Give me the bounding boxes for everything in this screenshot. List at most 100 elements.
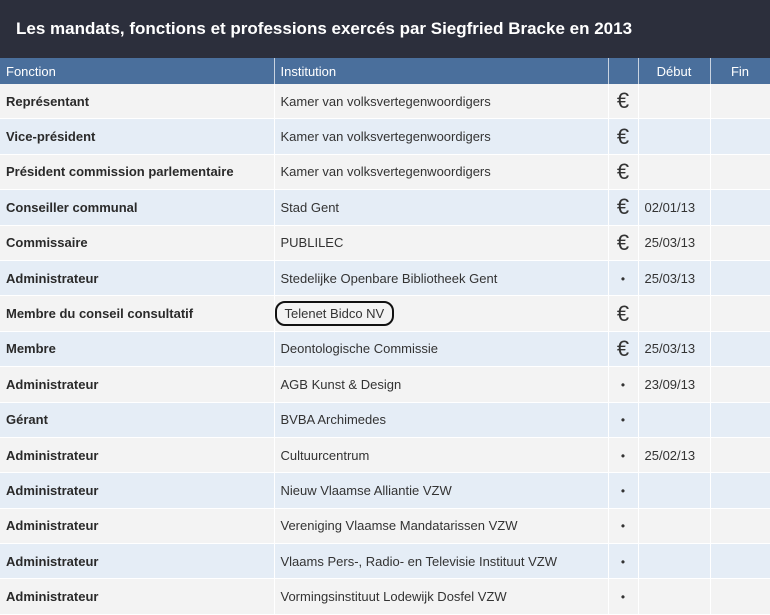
table-row: Membre Deontologische Commissie €25/03/13 <box>0 331 770 368</box>
page: Les mandats, fonctions et professions ex… <box>0 0 770 615</box>
euro-icon: € <box>616 123 630 149</box>
column-header-institution: Institution <box>274 58 609 84</box>
cell-fonction: Administrateur <box>0 543 275 580</box>
cell-institution: Kamer van volksvertegenwoordigers <box>274 84 609 120</box>
cell-fin <box>710 366 770 403</box>
table-row: Commissaire PUBLILEC €25/03/13 <box>0 225 770 261</box>
bullet-icon: • <box>620 377 626 392</box>
cell-fonction: Commissaire <box>0 225 275 261</box>
institution-label: Deontologische Commissie <box>280 341 439 357</box>
institution-label: BVBA Archimedes <box>280 412 387 428</box>
table-row: Représentant Kamer van volksvertegenwoord… <box>0 84 770 120</box>
cell-indicator: • <box>608 578 639 615</box>
cell-debut <box>638 118 711 155</box>
cell-fin <box>710 331 770 368</box>
cell-institution: Vormingsinstituut Lodewijk Dosfel VZW <box>274 578 609 615</box>
cell-fin <box>710 472 770 509</box>
cell-fonction: Administrateur <box>0 437 275 474</box>
cell-debut <box>638 472 711 509</box>
institution-label: AGB Kunst & Design <box>280 376 402 392</box>
cell-institution: Stad Gent <box>274 189 609 226</box>
cell-fin <box>710 402 770 438</box>
cell-debut: 25/03/13 <box>638 331 711 368</box>
cell-debut: 25/03/13 <box>638 260 711 297</box>
cell-fin <box>710 84 770 120</box>
cell-fonction: Administrateur <box>0 508 275 545</box>
bullet-icon: • <box>620 271 626 286</box>
institution-label: Stad Gent <box>280 199 340 215</box>
cell-fonction: Vice-président <box>0 118 275 155</box>
cell-debut: 02/01/13 <box>638 189 711 226</box>
cell-indicator: • <box>608 508 639 545</box>
table-row: Administrateur Vlaams Pers-, Radio- en Te… <box>0 543 770 580</box>
table-row: Administrateur Nieuw Vlaamse Alliantie VZ… <box>0 472 770 509</box>
cell-debut <box>638 154 711 191</box>
cell-institution: Cultuurcentrum <box>274 437 609 474</box>
table-row: Conseiller communal Stad Gent €02/01/13 <box>0 189 770 226</box>
bullet-icon: • <box>620 519 626 534</box>
cell-fonction: Administrateur <box>0 366 275 403</box>
cell-fin <box>710 578 770 615</box>
cell-indicator: • <box>608 366 639 403</box>
cell-institution: Vereniging Vlaamse Mandatarissen VZW <box>274 508 609 545</box>
cell-fin <box>710 508 770 545</box>
table-row: Administrateur Vormingsinstituut Lodewijk… <box>0 578 770 615</box>
cell-institution: PUBLILEC <box>274 225 609 261</box>
institution-label: Stedelijke Openbare Bibliotheek Gent <box>280 270 498 286</box>
cell-debut <box>638 578 711 615</box>
euro-icon: € <box>616 158 630 184</box>
cell-fonction: Administrateur <box>0 472 275 509</box>
cell-fonction: Membre <box>0 331 275 368</box>
euro-icon: € <box>616 194 630 220</box>
institution-label: Kamer van volksvertegenwoordigers <box>280 129 491 145</box>
cell-institution: Stedelijke Openbare Bibliotheek Gent <box>274 260 609 297</box>
column-header-fonction: Fonction <box>0 58 275 84</box>
cell-fin <box>710 154 770 191</box>
cell-indicator: • <box>608 437 639 474</box>
column-header-indicator <box>608 58 639 84</box>
table-body: Représentant Kamer van volksvertegenwoord… <box>0 84 770 615</box>
table-row: Gérant BVBA Archimedes • <box>0 402 770 438</box>
bullet-icon: • <box>620 448 626 463</box>
cell-fonction: Administrateur <box>0 578 275 615</box>
cell-fonction: Président commission parlementaire <box>0 154 275 191</box>
cell-fin <box>710 437 770 474</box>
cell-indicator: € <box>608 118 639 155</box>
cell-debut <box>638 402 711 438</box>
institution-label: Vlaams Pers-, Radio- en Televisie Instit… <box>280 553 557 569</box>
cell-indicator: € <box>608 189 639 226</box>
bullet-icon: • <box>620 590 626 605</box>
table-row: Administrateur Cultuurcentrum • 25/02/13 <box>0 437 770 474</box>
bullet-icon: • <box>620 554 626 569</box>
euro-icon: € <box>616 335 630 361</box>
cell-indicator: • <box>608 472 639 509</box>
bullet-icon: • <box>620 413 626 428</box>
institution-label: PUBLILEC <box>280 235 344 251</box>
column-header-debut: Début <box>638 58 711 84</box>
table-row: Administrateur Vereniging Vlaamse Mandata… <box>0 508 770 545</box>
cell-indicator: • <box>608 402 639 438</box>
cell-debut <box>638 543 711 580</box>
cell-fin <box>710 225 770 261</box>
institution-label: Nieuw Vlaamse Alliantie VZW <box>280 482 452 498</box>
cell-debut: 25/03/13 <box>638 225 711 261</box>
table-row: Président commission parlementaire Kamer … <box>0 154 770 191</box>
cell-fin <box>710 118 770 155</box>
cell-fin <box>710 189 770 226</box>
table-header-row: Fonction Institution Début Fin <box>0 58 770 84</box>
institution-label: Cultuurcentrum <box>280 447 370 463</box>
institution-label: Vormingsinstituut Lodewijk Dosfel VZW <box>280 589 507 605</box>
cell-fonction: Membre du conseil consultatif <box>0 295 275 332</box>
cell-fin <box>710 543 770 580</box>
cell-fonction: Représentant <box>0 84 275 120</box>
cell-indicator: € <box>608 295 639 332</box>
mandates-table: Fonction Institution Début Fin Représent… <box>0 58 770 615</box>
institution-label: Telenet Bidco NV <box>274 301 395 327</box>
table-row: Administrateur Stedelijke Openbare Biblio… <box>0 260 770 297</box>
table-row: Membre du conseil consultatif Telenet Bid… <box>0 295 770 332</box>
cell-institution: Telenet Bidco NV <box>274 295 609 332</box>
bullet-icon: • <box>620 483 626 498</box>
cell-institution: Deontologische Commissie <box>274 331 609 368</box>
cell-institution: Vlaams Pers-, Radio- en Televisie Instit… <box>274 543 609 580</box>
column-header-fin: Fin <box>710 58 770 84</box>
